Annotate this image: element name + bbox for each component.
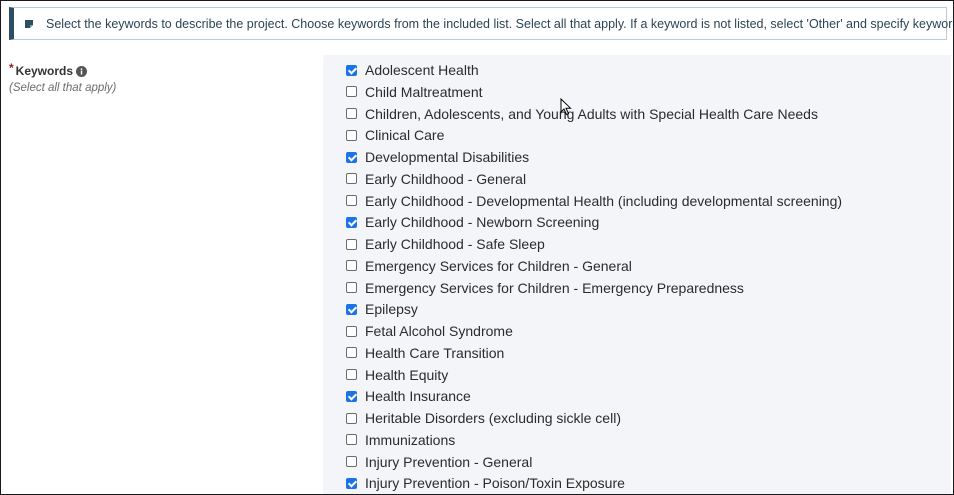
keyword-option[interactable]: Health Care Transition bbox=[346, 343, 504, 363]
keyword-label: Children, Adolescents, and Young Adults … bbox=[365, 105, 818, 122]
keyword-option[interactable]: Early Childhood - General bbox=[346, 169, 526, 189]
keyword-label: Child Maltreatment bbox=[365, 83, 483, 100]
keyword-checkbox[interactable] bbox=[346, 64, 357, 76]
keyword-label: Injury Prevention - Poison/Toxin Exposur… bbox=[365, 475, 625, 492]
keyword-label: Fetal Alcohol Syndrome bbox=[365, 323, 513, 339]
keyword-checkbox[interactable] bbox=[346, 456, 357, 467]
keyword-checkbox[interactable] bbox=[346, 216, 357, 228]
keyword-checkbox[interactable] bbox=[346, 238, 357, 250]
keyword-label: Injury Prevention - General bbox=[365, 453, 533, 470]
keyword-option[interactable]: Injury Prevention - Poison/Toxin Exposur… bbox=[346, 473, 625, 493]
keyword-option[interactable]: Early Childhood - Safe Sleep bbox=[346, 234, 545, 254]
keyword-label: Early Childhood - Safe Sleep bbox=[365, 236, 545, 252]
keyword-option[interactable]: Child Maltreatment bbox=[346, 82, 483, 102]
keyword-option[interactable]: Clinical Care bbox=[346, 125, 444, 145]
keyword-checkbox[interactable] bbox=[346, 151, 357, 163]
keyword-checkbox[interactable] bbox=[346, 303, 357, 315]
keyword-label: Health Care Transition bbox=[365, 344, 505, 361]
keyword-label: Immunizations bbox=[365, 431, 456, 448]
keyword-checkbox[interactable] bbox=[346, 129, 357, 141]
keyword-option[interactable]: Fetal Alcohol Syndrome bbox=[346, 321, 513, 341]
instruction-text: Select the keywords to describe the proj… bbox=[46, 17, 954, 31]
keyword-checkbox[interactable] bbox=[346, 108, 357, 119]
keyword-option[interactable]: Health Equity bbox=[346, 365, 448, 385]
keyword-label: Emergency Services for Children - Genera… bbox=[365, 257, 632, 274]
mouse-cursor-icon bbox=[560, 98, 572, 116]
keyword-label: Health Insurance bbox=[365, 388, 471, 405]
keyword-option[interactable]: Immunizations bbox=[346, 430, 455, 450]
keyword-label: Early Childhood - General bbox=[365, 170, 527, 187]
keyword-option[interactable]: Heritable Disorders (excluding sickle ce… bbox=[346, 408, 621, 428]
keywords-hint: (Select all that apply) bbox=[9, 82, 117, 94]
keyword-option[interactable]: Emergency Services for Children - Genera… bbox=[346, 256, 632, 276]
keywords-label-text: Keywords bbox=[15, 64, 74, 78]
keyword-option[interactable]: Epilepsy bbox=[346, 299, 418, 319]
keyword-label: Clinical Care bbox=[365, 127, 445, 144]
keyword-option[interactable]: Health Insurance bbox=[346, 386, 471, 406]
keyword-checkbox[interactable] bbox=[346, 347, 357, 359]
note-icon bbox=[25, 20, 33, 28]
keyword-checkbox[interactable] bbox=[346, 369, 357, 380]
keyword-option[interactable]: Developmental Disabilities bbox=[346, 147, 529, 167]
keyword-option[interactable]: Early Childhood - Developmental Health (… bbox=[346, 191, 842, 211]
required-marker: * bbox=[9, 61, 14, 75]
keyword-option[interactable]: Early Childhood - Newborn Screening bbox=[346, 212, 599, 232]
keyword-option[interactable]: Injury Prevention - General bbox=[346, 452, 532, 472]
keyword-option[interactable]: Adolescent Health bbox=[346, 60, 479, 80]
keyword-option[interactable]: Emergency Services for Children - Emerge… bbox=[346, 278, 744, 298]
keyword-checkbox[interactable] bbox=[346, 173, 357, 185]
keyword-label: Heritable Disorders (excluding sickle ce… bbox=[365, 410, 621, 426]
keywords-field-label: * Keywords bbox=[9, 61, 88, 78]
keyword-label: Adolescent Health bbox=[365, 62, 479, 78]
keyword-label: Emergency Services for Children - Emerge… bbox=[365, 279, 744, 296]
keyword-checkbox[interactable] bbox=[346, 325, 357, 337]
keyword-checkbox[interactable] bbox=[346, 86, 357, 98]
keyword-checkbox[interactable] bbox=[346, 390, 357, 402]
keyword-checkbox[interactable] bbox=[346, 412, 357, 424]
keyword-label: Health Equity bbox=[365, 366, 449, 383]
instruction-banner: Select the keywords to describe the proj… bbox=[9, 7, 953, 40]
screenshot-frame: Select the keywords to describe the proj… bbox=[0, 0, 954, 495]
keyword-checkbox[interactable] bbox=[346, 477, 357, 489]
info-icon[interactable] bbox=[76, 66, 88, 77]
keyword-label: Early Childhood - Newborn Screening bbox=[365, 214, 600, 231]
keyword-option[interactable]: Children, Adolescents, and Young Adults … bbox=[346, 104, 818, 124]
keyword-checkbox[interactable] bbox=[346, 282, 357, 293]
keyword-label: Developmental Disabilities bbox=[365, 149, 530, 165]
keyword-label: Epilepsy bbox=[365, 301, 418, 318]
keyword-checkbox[interactable] bbox=[346, 195, 357, 206]
keyword-checkbox[interactable] bbox=[346, 260, 357, 272]
keyword-label: Early Childhood - Developmental Health (… bbox=[365, 192, 843, 209]
keyword-checkbox[interactable] bbox=[346, 434, 357, 446]
